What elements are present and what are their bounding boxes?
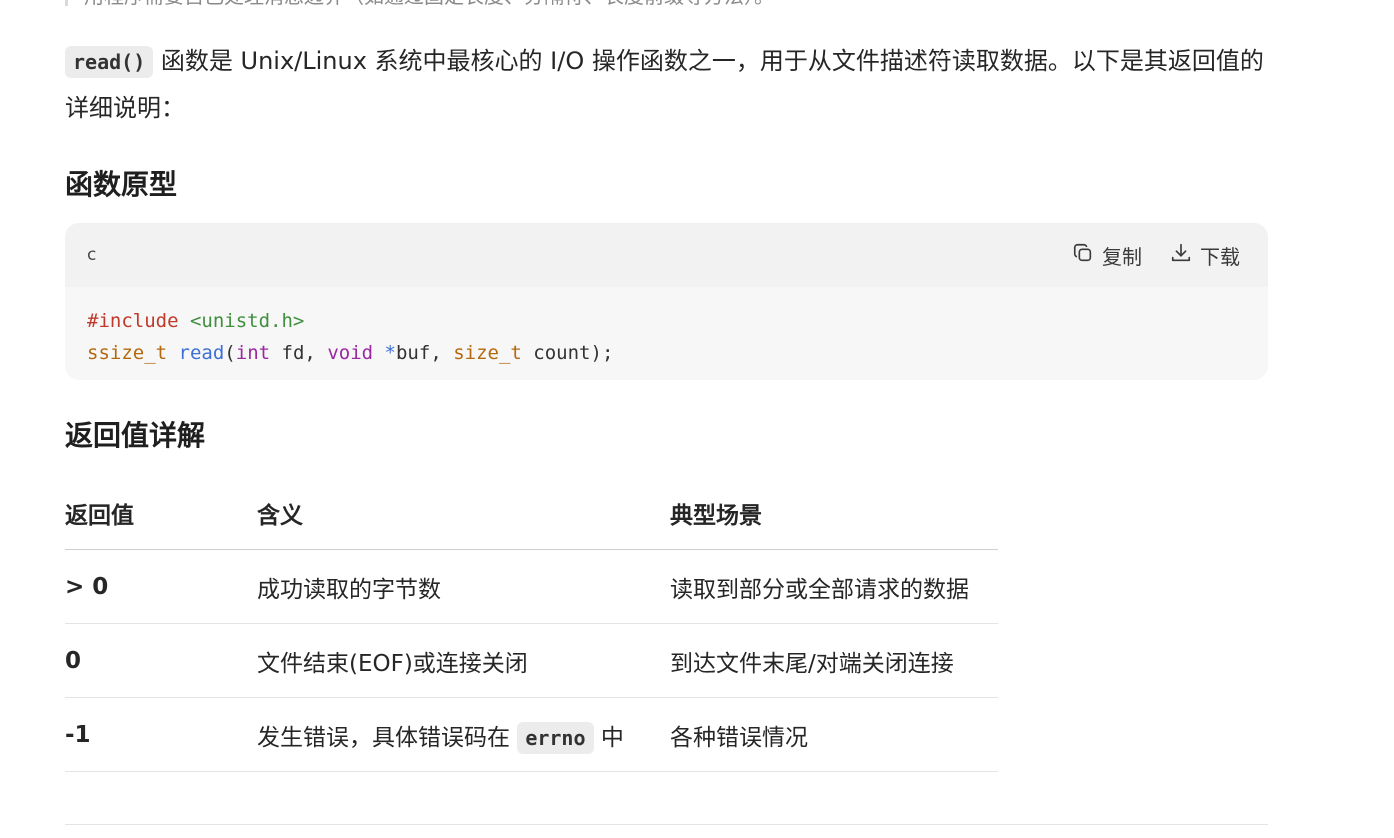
intro-paragraph: read() 函数是 Unix/Linux 系统中最核心的 I/O 操作函数之一… bbox=[65, 38, 1270, 131]
table-row: > 0 成功读取的字节数 读取到部分或全部请求的数据 bbox=[65, 549, 998, 624]
code-token: fd bbox=[281, 342, 305, 364]
cell-meaning: 成功读取的字节数 bbox=[257, 549, 670, 624]
code-token: count bbox=[533, 342, 591, 364]
copy-label: 复制 bbox=[1102, 245, 1142, 269]
inline-code-read: read() bbox=[65, 46, 154, 78]
blockquote-text: 用程序需要自己处理消息边界（如通过固定长度、分隔符、长度前缀等方法）。 bbox=[84, 0, 774, 8]
heading-return-values: 返回值详解 bbox=[65, 419, 206, 452]
copy-button[interactable]: 复制 bbox=[1072, 241, 1142, 270]
download-label: 下载 bbox=[1200, 245, 1240, 269]
code-token-header: <unistd.h> bbox=[189, 310, 305, 332]
column-header-value: 返回值 bbox=[65, 476, 257, 550]
copy-icon bbox=[1072, 242, 1094, 269]
code-token-directive: #include bbox=[87, 310, 179, 332]
blockquote: 用程序需要自己处理消息边界（如通过固定长度、分隔符、长度前缀等方法）。 bbox=[65, 0, 774, 6]
code-token: size_t bbox=[453, 342, 522, 364]
code-line-2: ssize_t read(int fd, void *buf, size_t c… bbox=[87, 337, 1246, 369]
code-token: int bbox=[235, 342, 271, 364]
inline-code-errno: errno bbox=[517, 721, 594, 754]
page: 用程序需要自己处理消息边界（如通过固定长度、分隔符、长度前缀等方法）。 read… bbox=[0, 0, 1394, 838]
download-button[interactable]: 下载 bbox=[1170, 241, 1240, 270]
cell-scenario: 读取到部分或全部请求的数据 bbox=[670, 549, 998, 624]
code-block: c 复制 下载 #include <unistd.h> ssize_t read… bbox=[65, 223, 1268, 380]
code-token: void bbox=[327, 342, 374, 364]
cell-value: > 0 bbox=[65, 549, 257, 624]
code-token: , bbox=[430, 342, 454, 364]
code-token: buf bbox=[395, 342, 431, 364]
return-value-table: 返回值 含义 典型场景 > 0 成功读取的字节数 读取到部分或全部请求的数据 0… bbox=[65, 476, 998, 772]
code-token: read bbox=[178, 342, 225, 364]
cell-scenario: 到达文件末尾/对端关闭连接 bbox=[670, 623, 998, 698]
code-block-header: c 复制 下载 bbox=[65, 223, 1268, 287]
cell-value: -1 bbox=[65, 697, 257, 772]
code-token: ( bbox=[224, 342, 236, 364]
download-icon bbox=[1170, 242, 1192, 269]
cell-meaning-text: 发生错误，具体错误码在 bbox=[257, 724, 518, 751]
code-token: ); bbox=[590, 342, 614, 364]
table-row: 0 文件结束(EOF)或连接关闭 到达文件末尾/对端关闭连接 bbox=[65, 623, 998, 698]
divider bbox=[65, 824, 1268, 825]
code-token: ssize_t bbox=[87, 342, 168, 364]
column-header-meaning: 含义 bbox=[257, 476, 670, 550]
table-row: -1 发生错误，具体错误码在 errno 中 各种错误情况 bbox=[65, 697, 998, 772]
cell-value: 0 bbox=[65, 623, 257, 698]
code-actions: 复制 下载 bbox=[1072, 241, 1240, 270]
cell-scenario: 各种错误情况 bbox=[670, 697, 998, 772]
cell-meaning: 发生错误，具体错误码在 errno 中 bbox=[257, 697, 670, 772]
cell-meaning: 文件结束(EOF)或连接关闭 bbox=[257, 623, 670, 698]
code-token: * bbox=[384, 342, 396, 364]
code-language-label: c bbox=[87, 245, 97, 265]
column-header-scenario: 典型场景 bbox=[670, 476, 998, 550]
table-header-row: 返回值 含义 典型场景 bbox=[65, 476, 998, 550]
heading-prototype: 函数原型 bbox=[65, 168, 178, 201]
code-body: #include <unistd.h> ssize_t read(int fd, … bbox=[65, 287, 1268, 380]
cell-meaning-suffix: 中 bbox=[593, 724, 624, 751]
intro-text: 函数是 Unix/Linux 系统中最核心的 I/O 操作函数之一，用于从文件描… bbox=[65, 47, 1264, 122]
code-line-1: #include <unistd.h> bbox=[87, 305, 1246, 337]
code-token: , bbox=[304, 342, 328, 364]
